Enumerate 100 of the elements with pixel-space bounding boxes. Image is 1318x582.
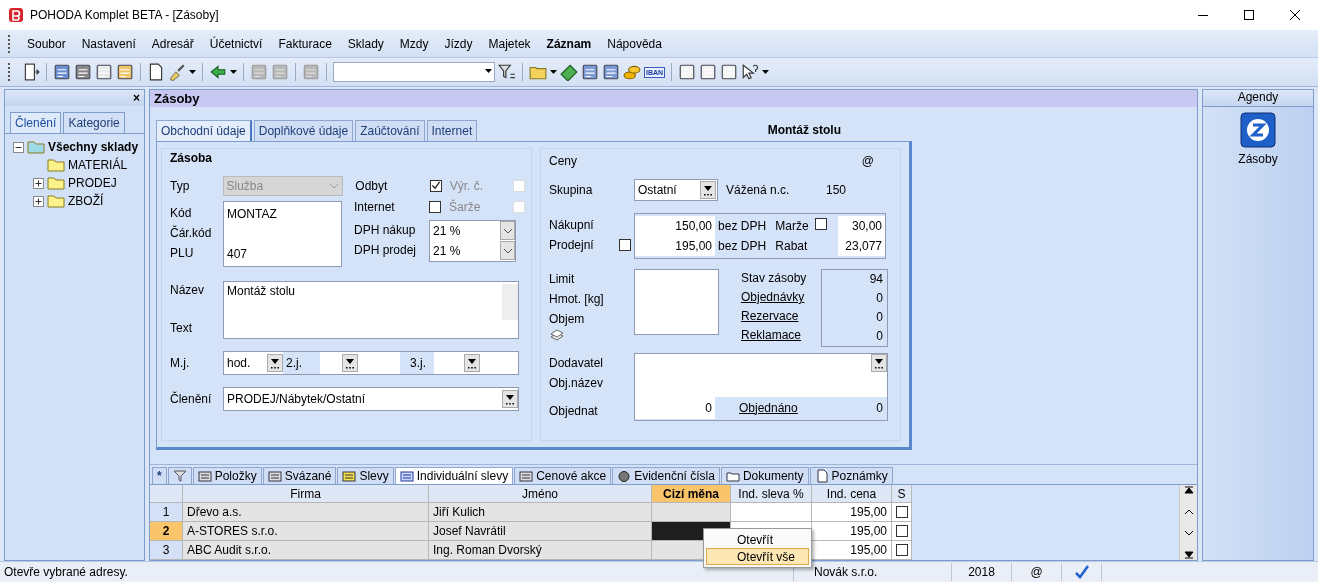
checkbox[interactable] [895,544,908,556]
list-icon[interactable] [720,63,739,81]
menu-item[interactable]: Majetek [480,36,539,51]
list-icon[interactable] [699,63,718,81]
document-icon[interactable] [147,63,165,81]
tab[interactable]: Internet [426,119,478,141]
menu-item[interactable]: Záznam [538,36,600,51]
tree-item[interactable]: ZBOŽÍ [68,194,104,208]
input-field[interactable]: 23,077 [837,235,885,256]
tab[interactable]: Členění [10,112,62,133]
group-select[interactable]: Ostatní [634,178,718,201]
caret-icon[interactable] [550,69,557,75]
category-field[interactable]: PRODEJ/Nábytek/Ostatní [223,386,519,411]
menu-item[interactable]: Soubor [19,36,74,51]
checkbox[interactable] [429,200,441,213]
row-number[interactable]: 3 [150,541,183,560]
brush-icon[interactable] [168,63,186,81]
column-header[interactable]: Ind. cena [812,485,892,503]
scroll-up-icon[interactable] [1183,508,1194,516]
checkbox[interactable] [895,506,908,518]
maximize-icon[interactable] [1244,10,1254,20]
dropdown-button[interactable] [464,353,480,372]
supplier-field[interactable] [635,353,887,397]
close-button[interactable]: × [133,91,140,105]
tab[interactable] [167,467,192,484]
tab[interactable]: Zaúčtování [355,119,425,141]
dropdown-button[interactable] [871,353,887,372]
expand-icon[interactable] [33,195,44,207]
column-header[interactable]: Ind. sleva % [731,485,812,503]
caret-icon[interactable] [189,69,196,75]
tab[interactable]: Doplňkové údaje [253,119,354,141]
menu-item[interactable]: Jízdy [436,36,481,51]
input-field[interactable]: 195,00 [635,235,716,256]
dropdown-button[interactable] [342,353,358,372]
column-header[interactable]: Cizí měna [652,485,731,503]
row-number[interactable]: 2 [150,522,183,541]
menu-item[interactable]: Účetnictví [201,36,271,51]
checkbox[interactable] [429,179,442,192]
column-header[interactable]: Jméno [429,485,652,503]
tab[interactable]: Dokumenty [720,467,809,484]
dropdown-button[interactable] [500,241,515,261]
tab[interactable]: Individuální slevy [394,467,514,484]
menu-item[interactable]: Nápověda [599,36,670,51]
filter-icon[interactable] [498,63,516,81]
link[interactable]: Objednáno [739,400,859,415]
dropdown-button[interactable] [502,389,518,408]
scroll-top-icon[interactable] [1183,485,1194,495]
input-field[interactable]: MONTAZ [227,206,277,221]
checkbox[interactable] [619,238,631,251]
menu-item[interactable]: Otevřít [706,531,809,548]
tab[interactable]: Slevy [337,467,394,484]
input-field[interactable]: 150,00 [635,215,716,236]
scroll-down-icon[interactable] [1183,529,1194,537]
dropdown-button[interactable] [700,180,716,199]
link[interactable]: Reklamace [741,328,802,343]
menu-item[interactable]: Adresář [143,36,202,51]
row-number[interactable]: 1 [150,503,183,522]
scrollbar[interactable] [1179,485,1197,560]
column-header[interactable]: Firma [183,485,429,503]
tab[interactable]: * [152,467,167,484]
menu-item[interactable]: Mzdy [391,36,437,51]
input-field[interactable]: 30,00 [837,215,885,236]
menu-item[interactable]: Nastavení [73,36,144,51]
dropdown-button[interactable] [267,353,283,372]
scroll-bottom-icon[interactable] [1183,550,1194,560]
agenda-item[interactable]: Zásoby [1238,152,1278,166]
input-field[interactable]: 21 % [433,243,461,258]
caret-icon[interactable] [762,69,770,75]
tab[interactable]: Poznámky [809,467,893,484]
list-icon[interactable] [678,63,697,81]
input-field[interactable]: hod. [224,355,267,370]
menu-item[interactable]: Sklady [339,36,392,51]
tab[interactable]: Cenové akce [514,467,612,484]
tab[interactable]: Kategorie [63,112,125,133]
caret-icon[interactable] [230,69,237,75]
limit-fields[interactable] [634,268,719,335]
text-area[interactable]: Montáž stolu [223,280,519,339]
back-arrow-icon[interactable] [209,63,227,81]
input-field[interactable]: 21 % [433,223,461,238]
stock-agenda-icon[interactable] [1240,112,1276,148]
tree-item[interactable]: MATERIÁL [68,158,128,172]
table-cell[interactable] [652,503,731,522]
collapse-icon[interactable] [13,141,24,153]
close-icon[interactable] [1290,10,1300,20]
input-field[interactable]: 407 [227,246,248,261]
column-header[interactable]: S [892,485,912,503]
checkbox[interactable] [814,218,827,231]
tab[interactable]: Položky [192,467,262,484]
tree-item[interactable]: Všechny sklady [48,140,139,154]
door-icon[interactable] [22,63,40,81]
input-field[interactable]: 0 [635,396,715,419]
tree-item[interactable]: PRODEJ [68,176,117,190]
link[interactable]: Rezervace [741,309,799,324]
dropdown-button[interactable] [500,221,515,241]
expand-icon[interactable] [33,177,44,189]
help-pointer-icon[interactable] [741,63,760,81]
menu-item[interactable]: Fakturace [270,36,340,51]
menu-item[interactable]: Otevřít vše [706,548,809,565]
tab[interactable]: Obchodní údaje [156,119,252,141]
link[interactable]: Objednávky [741,290,805,305]
